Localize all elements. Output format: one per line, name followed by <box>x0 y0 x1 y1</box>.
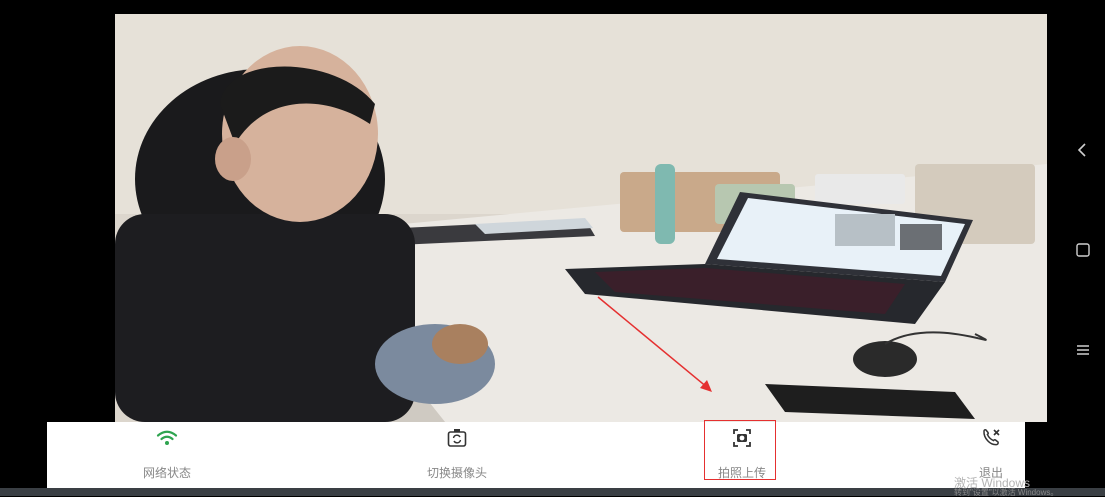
camera-switch-icon <box>445 426 469 450</box>
capture-upload-label: 拍照上传 <box>717 466 766 480</box>
wifi-icon <box>155 426 179 450</box>
bottom-strip <box>0 488 1105 496</box>
hangup-icon <box>979 426 1003 450</box>
call-toolbar: 网络状态 切换摄像头 拍照上传 退出 <box>47 422 1025 488</box>
switch-camera-button[interactable]: 切换摄像头 <box>397 422 517 488</box>
activation-watermark-hint: 转到"设置"以激活 Windows。 <box>954 488 1059 497</box>
camera-video-feed <box>115 14 1047 422</box>
home-icon[interactable] <box>1071 238 1095 262</box>
network-status-button[interactable]: 网络状态 <box>107 422 227 488</box>
back-icon[interactable] <box>1071 138 1095 162</box>
menu-icon[interactable] <box>1071 338 1095 362</box>
network-status-label: 网络状态 <box>142 466 191 480</box>
switch-camera-label: 切换摄像头 <box>426 466 487 480</box>
system-nav-bar <box>1047 0 1105 496</box>
capture-icon <box>730 426 754 450</box>
capture-upload-button[interactable]: 拍照上传 <box>707 422 777 488</box>
video-scene <box>115 14 1047 422</box>
